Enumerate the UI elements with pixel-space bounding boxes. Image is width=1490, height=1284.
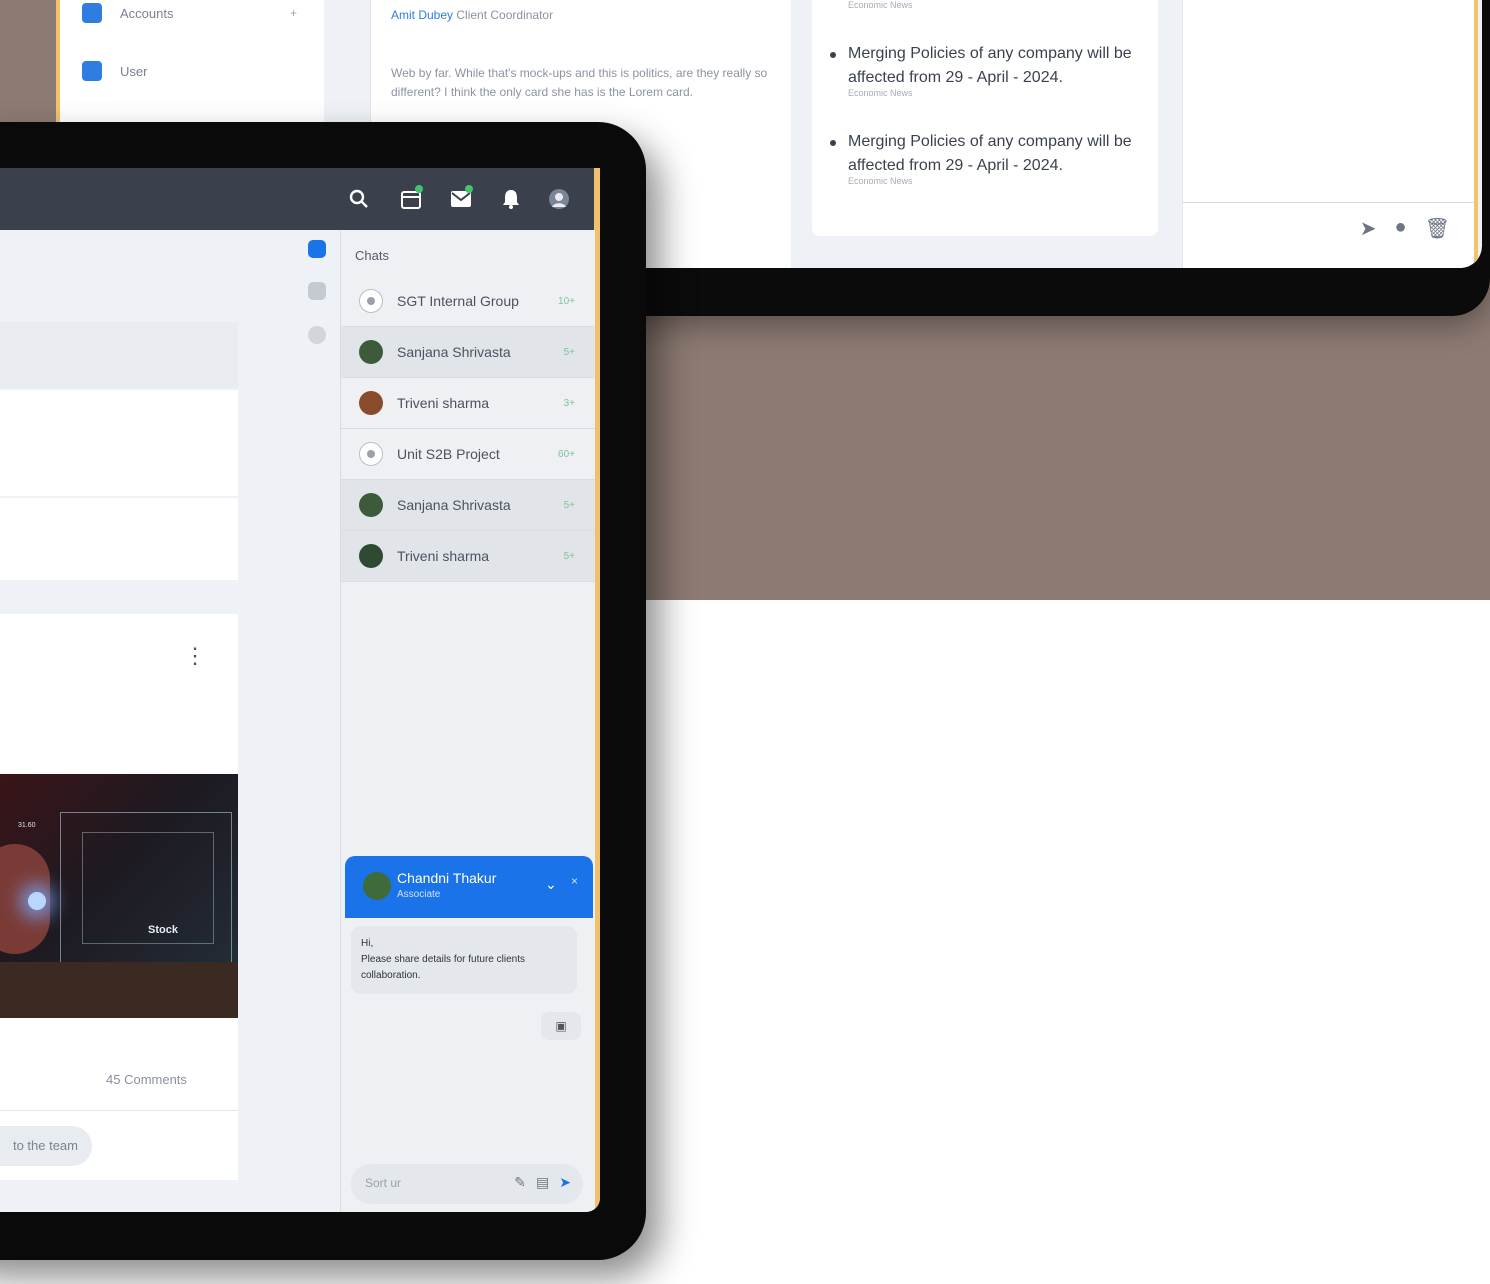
author-name[interactable]: Amit Dubey [391, 8, 453, 22]
chat-icon[interactable] [308, 240, 326, 258]
feed-card[interactable] [0, 498, 238, 580]
user-icon [82, 61, 102, 81]
front-tablet-screen: ⋮ 31.60 Stock 45 Comments to the team Ch… [0, 168, 600, 1212]
expand-icon[interactable]: + [290, 6, 297, 20]
search-icon[interactable] [346, 186, 372, 212]
action-icons: ➤ ● 🗑 [1360, 216, 1450, 241]
avatar [359, 493, 383, 517]
bell-icon[interactable] [498, 186, 524, 212]
desk-shape [0, 962, 238, 1018]
news-title: Merging Policies of any company will be … [826, 42, 1146, 90]
feed-card[interactable] [0, 390, 238, 496]
more-options-icon[interactable]: ⋮ [184, 642, 206, 670]
front-tablet: ⋮ 31.60 Stock 45 Comments to the team Ch… [0, 122, 646, 1260]
input-actions: ✎ ▤ ➤ [514, 1174, 571, 1191]
delete-icon[interactable]: 🗑 [1425, 216, 1450, 241]
comment-pill[interactable]: to the team [0, 1126, 92, 1166]
chat-name: SGT Internal Group [397, 293, 519, 309]
message-line: Hi, [361, 938, 374, 949]
send-icon[interactable]: ➤ [559, 1174, 571, 1191]
image-sublabel: 31.60 [18, 822, 36, 829]
post-card: ⋮ 31.60 Stock 45 Comments to the team [0, 614, 238, 1180]
chat-window-header[interactable]: Chandni Thakur Associate ⌄ × [345, 856, 593, 918]
message-input-placeholder: Sort ur [365, 1176, 402, 1190]
post-author: Amit Dubey Client Coordinator [391, 8, 553, 22]
sidebar-item-user[interactable]: User [82, 56, 147, 86]
avatar [359, 340, 383, 364]
back-right-panel: ➤ ● 🗑 [1182, 0, 1478, 268]
message-line: Please share details for future clients … [361, 954, 525, 981]
calendar-icon[interactable] [398, 185, 424, 212]
chats-title: Chats [355, 248, 389, 263]
side-rail [300, 230, 338, 1212]
chat-list-item[interactable]: Sanjana Shrivasta 5+ [341, 480, 595, 531]
post-image[interactable]: 31.60 Stock [0, 774, 238, 1018]
top-bar [0, 168, 600, 230]
send-icon[interactable]: ➤ [1360, 216, 1377, 241]
profile-icon[interactable] [546, 186, 572, 212]
sidebar-item-label: Accounts [120, 5, 174, 21]
glow-point [28, 892, 46, 910]
divider [0, 1110, 238, 1111]
chat-message: Hi, Please share details for future clie… [351, 926, 577, 994]
chat-name: Sanjana Shrivasta [397, 344, 511, 360]
settings-icon[interactable] [308, 326, 326, 344]
news-item[interactable]: Merging Policies of any company will be … [826, 42, 1146, 98]
chats-panel: Chats SGT Internal Group 10+ Sanjana Shr… [340, 230, 600, 1212]
palette-icon[interactable]: ● [1395, 216, 1407, 241]
news-item[interactable]: Economic News [826, 0, 1146, 10]
sidebar-item-accounts[interactable]: Accounts [82, 0, 173, 28]
close-icon[interactable]: × [571, 874, 578, 888]
chevron-down-icon[interactable]: ⌄ [545, 876, 557, 893]
avatar [361, 870, 393, 902]
unread-count: 5+ [563, 550, 575, 562]
author-role: Client Coordinator [456, 8, 554, 22]
highlight-edge [595, 230, 600, 1212]
chat-list-item[interactable]: SGT Internal Group 10+ [341, 276, 595, 327]
chat-name: Triveni sharma [397, 548, 490, 564]
chat-name: Triveni sharma [397, 395, 490, 411]
news-title: Merging Policies of any company will be … [826, 130, 1146, 178]
accounts-icon [82, 3, 102, 23]
message-input[interactable]: Sort ur ✎ ▤ ➤ [351, 1164, 583, 1204]
divider [1183, 202, 1474, 203]
unread-count: 3+ [563, 397, 575, 409]
chat-name: Sanjana Shrivasta [397, 497, 511, 513]
news-panel: Economic News Merging Policies of any co… [812, 0, 1158, 236]
highlight-edge [594, 168, 600, 230]
calendar-icon[interactable] [308, 282, 326, 300]
avatar [359, 544, 383, 568]
comments-count[interactable]: 45 Comments [106, 1072, 187, 1087]
group-avatar [359, 442, 383, 466]
chat-window-role: Associate [397, 889, 441, 900]
image-label: Stock [148, 924, 178, 936]
avatar [359, 391, 383, 415]
chat-name: Unit S2B Project [397, 446, 500, 462]
post-text: Web by far. While that's mock-ups and th… [391, 66, 768, 99]
notification-dot [415, 185, 423, 193]
unread-count: 10+ [558, 295, 575, 307]
unread-count: 5+ [563, 346, 575, 358]
unread-count: 60+ [558, 448, 575, 460]
attach-icon[interactable]: ✎ [514, 1174, 526, 1191]
mail-icon[interactable] [448, 185, 474, 212]
news-item[interactable]: Merging Policies of any company will be … [826, 130, 1146, 186]
feed: ⋮ 31.60 Stock 45 Comments to the team [0, 230, 300, 1212]
chat-window-name: Chandni Thakur [397, 870, 497, 886]
notification-dot [465, 185, 473, 193]
attachment-icon[interactable]: ▣ [541, 1012, 581, 1040]
sidebar-item-label: User [120, 63, 148, 79]
unread-count: 5+ [563, 499, 575, 511]
chat-list-item[interactable]: Triveni sharma 5+ [341, 531, 595, 582]
chat-list-item[interactable]: Unit S2B Project 60+ [341, 429, 595, 480]
image-icon[interactable]: ▤ [536, 1174, 549, 1191]
chat-list-item[interactable]: Triveni sharma 3+ [341, 378, 595, 429]
group-avatar [359, 289, 383, 313]
news-source: Economic News [848, 0, 913, 10]
feed-card[interactable] [0, 322, 238, 388]
chat-list-item[interactable]: Sanjana Shrivasta 5+ [341, 327, 595, 378]
